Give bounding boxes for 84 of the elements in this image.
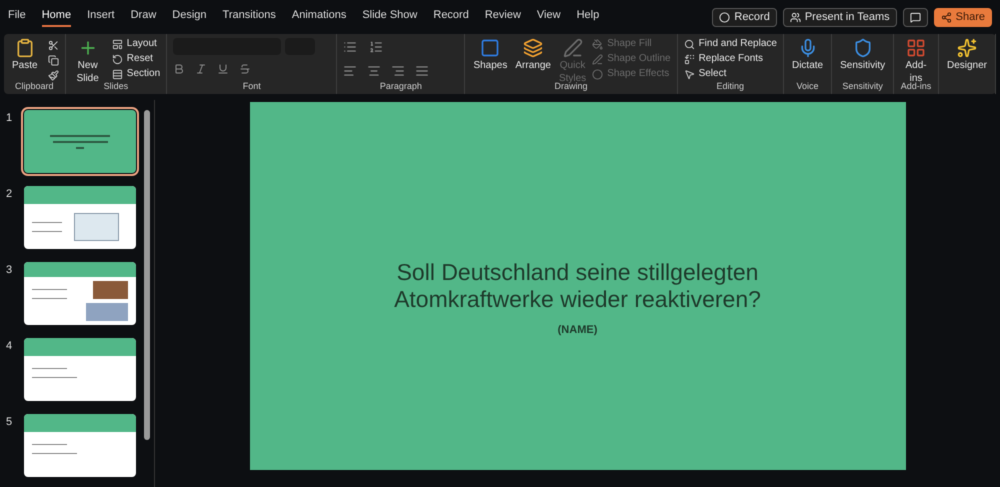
group-label: Slides	[102, 81, 130, 93]
ribbon-button[interactable]: Dictate	[790, 38, 826, 72]
ribbon-tab[interactable]: Slide Show	[362, 6, 418, 28]
ribbon-button[interactable]: Arrange	[513, 38, 553, 72]
paint-bucket-icon	[592, 38, 604, 50]
search-icon	[684, 38, 695, 50]
justify-icon	[415, 64, 430, 78]
grid-icon	[906, 38, 926, 58]
record-button[interactable]: Record	[712, 8, 777, 26]
ribbon-button[interactable]: Layout	[112, 38, 160, 50]
comment-button[interactable]	[902, 8, 928, 26]
strikethrough-icon	[239, 63, 252, 75]
slide-title: Soll Deutschland seine stillgelegten Atomkraftwerke wieder reaktiveren?	[393, 258, 762, 314]
group-label: Sensitivity	[841, 81, 884, 93]
slide-thumbnail[interactable]	[24, 414, 136, 477]
group-label: Editing	[716, 81, 746, 93]
group-label: Paragraph	[378, 81, 423, 93]
ribbon-tab[interactable]: Transitions	[222, 6, 276, 28]
people-icon	[790, 12, 801, 22]
replace-icon	[684, 54, 695, 64]
bullet-list-icon	[343, 40, 358, 54]
ribbon-button[interactable]: Paste	[10, 38, 40, 72]
slide-number: 1	[6, 111, 14, 126]
quick-styles-icon	[562, 38, 583, 58]
share-icon	[940, 12, 952, 22]
ribbon-button[interactable]: New Slide	[72, 38, 104, 85]
ribbon-tab[interactable]: Record	[433, 6, 469, 28]
reset-icon	[112, 54, 123, 64]
sparkles-icon	[956, 38, 977, 58]
ribbon-button[interactable]: Designer	[944, 38, 989, 72]
ribbon-tab[interactable]: File	[8, 6, 26, 28]
align-center-icon	[367, 64, 382, 78]
group-label: Drawing	[554, 81, 589, 93]
layout-icon	[112, 38, 123, 50]
ribbon-button[interactable]: Select	[684, 68, 777, 80]
slide-subtitle: (NAME)	[558, 322, 598, 338]
scrollbar[interactable]	[144, 110, 150, 440]
cursor-icon	[684, 68, 695, 80]
slide-thumbnail[interactable]	[24, 338, 136, 401]
teams-button[interactable]: Present in Teams	[782, 8, 897, 26]
numbered-list-icon	[369, 40, 384, 54]
arrange-icon	[523, 38, 544, 58]
slide-thumbnail[interactable]	[24, 262, 136, 325]
record-icon	[719, 12, 730, 22]
ribbon-tab[interactable]: Home	[42, 6, 72, 28]
ribbon-tab[interactable]: Animations	[292, 6, 346, 28]
slide-number: 4	[6, 339, 14, 354]
ribbon-button[interactable]: Section	[112, 68, 160, 80]
ribbon-tab[interactable]: Design	[172, 6, 207, 28]
align-right-icon	[391, 64, 406, 78]
slide-thumbnail[interactable]	[24, 110, 136, 173]
ribbon-button[interactable]: Reset	[112, 53, 160, 65]
ribbon-button[interactable]: Find and Replace	[684, 38, 777, 50]
effects-icon	[592, 68, 604, 80]
slide-number: 5	[6, 415, 14, 430]
clipboard-icon	[14, 38, 35, 58]
scissors-icon	[48, 40, 59, 51]
ribbon-tab[interactable]: Draw	[130, 6, 156, 28]
comment-icon	[910, 12, 921, 22]
paintbrush-icon	[48, 70, 59, 81]
group-label: Font	[242, 81, 262, 93]
ribbon-tab[interactable]: Insert	[87, 6, 115, 28]
ribbon-tab[interactable]: View	[536, 6, 561, 28]
ribbon-button[interactable]: Shapes	[471, 38, 510, 72]
slide-number: 2	[6, 187, 14, 202]
align-left-icon	[343, 64, 358, 78]
ribbon-button[interactable]: Sensitivity	[838, 38, 888, 72]
section-icon	[112, 68, 123, 80]
ribbon-tab[interactable]: Help	[576, 6, 600, 28]
group-label: Voice	[796, 81, 820, 93]
group-label: Add-ins	[900, 81, 932, 93]
shield-icon	[852, 38, 873, 58]
italic-icon	[195, 63, 208, 75]
underline-icon	[217, 63, 230, 75]
pen-icon	[592, 54, 604, 64]
slide-thumbnail[interactable]	[24, 186, 136, 249]
copy-icon	[48, 55, 59, 66]
bold-icon	[173, 63, 186, 75]
share-button[interactable]: Share	[934, 8, 992, 26]
shapes-icon	[480, 38, 500, 58]
slide-number: 3	[6, 263, 14, 278]
ribbon-tab[interactable]: Review	[484, 6, 521, 28]
group-label: Clipboard	[14, 81, 55, 93]
ribbon-button[interactable]: Replace Fonts	[684, 53, 777, 65]
